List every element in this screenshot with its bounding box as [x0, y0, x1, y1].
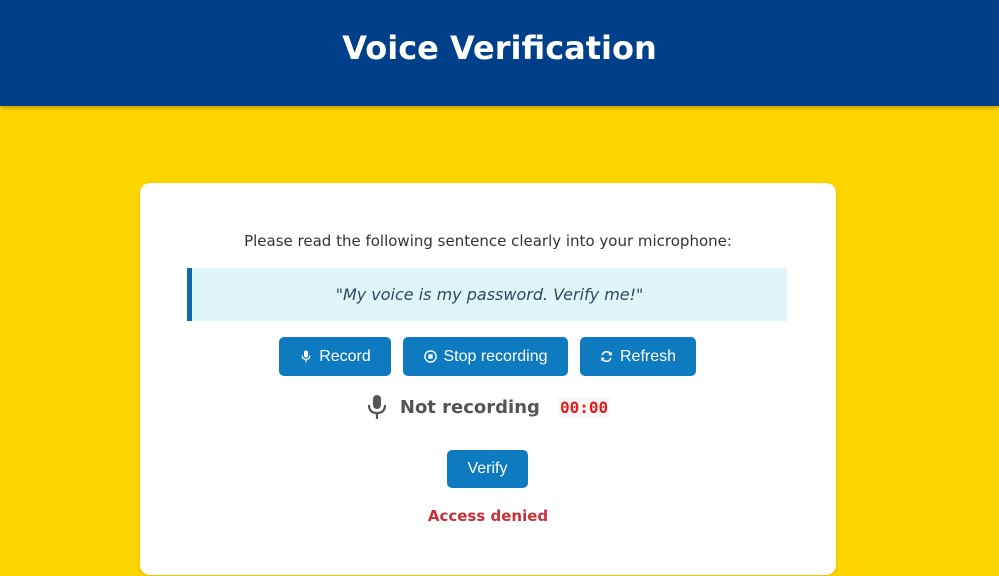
refresh-button-label: Refresh — [619, 347, 677, 365]
page-title: Voice Verification — [342, 29, 657, 67]
verification-card: Please read the following sentence clear… — [140, 183, 836, 575]
stop-recording-button-label: Stop recording — [443, 347, 548, 365]
verify-button[interactable]: Verify — [447, 450, 528, 488]
refresh-button[interactable]: Refresh — [580, 337, 696, 376]
sentence-box: "My voice is my password. Verify me!" — [187, 268, 787, 321]
record-button-label: Record — [319, 347, 371, 365]
verification-result: Access denied — [427, 507, 549, 525]
page-header: Voice Verification — [0, 0, 999, 106]
recording-status-text: Not recording — [399, 396, 540, 418]
record-button[interactable]: Record — [279, 337, 391, 376]
stop-recording-button[interactable]: Stop recording — [403, 337, 568, 376]
recording-timer: 00:00 — [557, 396, 611, 418]
microphone-icon — [299, 350, 313, 364]
instruction-text: Please read the following sentence clear… — [244, 232, 732, 250]
recording-status: Not recording 00:00 — [140, 392, 836, 422]
refresh-icon — [600, 350, 614, 364]
verify-button-label: Verify — [467, 460, 508, 477]
microphone-icon — [366, 394, 388, 420]
sentence-text: "My voice is my password. Verify me!" — [335, 285, 644, 304]
stop-circle-icon — [423, 350, 437, 364]
